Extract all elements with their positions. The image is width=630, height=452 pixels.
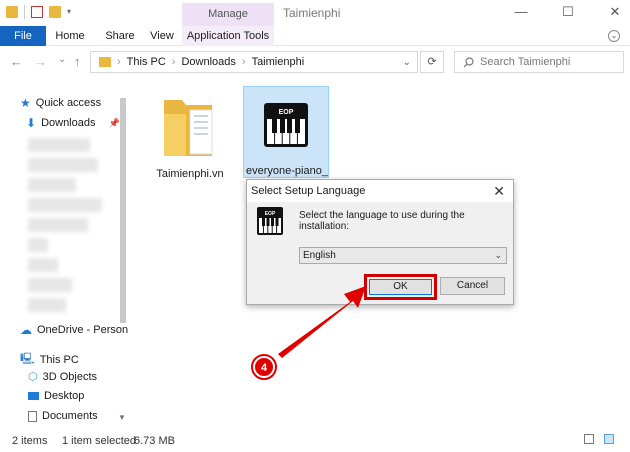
scroll-down-icon[interactable]: ▼ [118, 413, 126, 422]
cancel-button[interactable]: Cancel [440, 277, 505, 295]
folder-icon [164, 100, 213, 156]
status-selected: 1 item selected [62, 435, 136, 447]
navigation-scrollbar[interactable]: ▼ [118, 88, 128, 422]
status-bar: 2 items 1 item selected 6.73 MB [0, 430, 630, 452]
nav-item-label: OneDrive - Person [37, 324, 129, 336]
file-item-folder[interactable] [160, 92, 220, 162]
red-arrow-icon [278, 286, 366, 358]
maximize-button[interactable]: ☐ [553, 4, 583, 20]
breadcrumb-separator-icon: › [117, 56, 121, 68]
breadcrumb-separator-icon: › [241, 56, 246, 68]
tab-application-tools[interactable]: Application Tools [182, 26, 274, 46]
navigation-pane: ★ Quick access ⬇ Downloads 📌 ☁ OneDrive … [0, 80, 130, 430]
dialog-close-button[interactable]: ✕ [493, 180, 505, 202]
document-icon [28, 410, 37, 422]
folder-icon [99, 57, 111, 67]
tab-file[interactable]: File [0, 26, 46, 46]
forward-icon[interactable]: → [34, 54, 47, 69]
blurred-nav-item [28, 298, 66, 312]
file-name-label: everyone-piano_ [246, 165, 328, 177]
details-view-icon[interactable] [584, 434, 594, 444]
blurred-nav-item [28, 218, 88, 232]
blurred-nav-item [28, 258, 58, 272]
nav-item-label: Documents [42, 410, 98, 422]
window-title: Taimienphi [283, 6, 341, 20]
ribbon-tabs: File Home Share View Application Tools ⌄ [0, 26, 630, 46]
nav-item-quick-access[interactable]: ★ Quick access [20, 96, 101, 110]
up-icon[interactable]: ↑ [74, 54, 81, 69]
context-tab-manage[interactable]: Manage [182, 3, 274, 26]
breadcrumb-separator-icon: › [171, 56, 176, 68]
star-icon: ★ [20, 96, 31, 110]
desktop-icon [28, 392, 39, 400]
ok-button-highlight: OK [364, 274, 437, 300]
breadcrumb-taimienphi[interactable]: Taimienphi [252, 56, 305, 68]
breadcrumb-this-pc[interactable]: This PC [127, 56, 166, 68]
cloud-icon: ☁ [20, 323, 32, 337]
status-item-count: 2 items [12, 435, 48, 447]
nav-item-label: 3D Objects [42, 370, 98, 383]
nav-item-label: Downloads [41, 117, 96, 129]
properties-icon[interactable] [31, 6, 43, 18]
tab-share[interactable]: Share [100, 26, 140, 46]
icon-label: EOP [279, 109, 294, 116]
nav-item-this-pc[interactable]: 🖳 This PC [20, 350, 79, 369]
piano-app-icon: EOP [264, 103, 308, 147]
blurred-nav-item [28, 278, 72, 292]
ok-button[interactable]: OK [369, 279, 432, 295]
cube-icon: ⬡ [28, 371, 38, 383]
download-arrow-icon: ⬇ [26, 116, 37, 130]
nav-item-downloads[interactable]: ⬇ Downloads 📌 [26, 116, 120, 130]
blurred-nav-item [28, 158, 98, 172]
title-bar: ▾ Manage Taimienphi — ☐ ✕ [0, 0, 630, 26]
nav-item-documents[interactable]: Documents [28, 410, 98, 422]
new-folder-icon[interactable] [49, 6, 61, 18]
dialog-message: Select the language to use during the in… [299, 210, 465, 232]
minimize-button[interactable]: — [506, 4, 536, 19]
refresh-button[interactable]: ⟳ [420, 51, 444, 73]
language-select-value: English [303, 250, 336, 261]
address-bar[interactable]: › This PC › Downloads › Taimienphi ⌄ [90, 51, 418, 73]
dialog-title-bar: Select Setup Language ✕ [247, 180, 513, 202]
blurred-nav-item [28, 198, 102, 212]
nav-item-label: Desktop [44, 390, 85, 402]
status-size: 6.73 MB [134, 435, 175, 447]
nav-item-label: This PC [39, 353, 79, 366]
language-select[interactable]: English ⌄ [299, 247, 507, 264]
search-icon [463, 56, 474, 67]
step-number: 4 [261, 362, 268, 374]
file-name-label: Taimienphi.vn [156, 168, 224, 180]
tab-view[interactable]: View [144, 26, 180, 46]
chevron-down-icon: ⌄ [494, 250, 502, 260]
blurred-nav-item [28, 178, 76, 192]
nav-item-3d-objects[interactable]: ⬡ 3D Objects [28, 370, 98, 384]
piano-app-icon: EOP [257, 207, 283, 235]
customize-toolbar-icon[interactable]: ▾ [67, 8, 75, 16]
search-placeholder: Search Taimienphi [480, 56, 571, 68]
folder-icon[interactable] [6, 6, 18, 18]
file-item-installer[interactable]: EOP everyone-piano_ [243, 86, 329, 178]
search-input[interactable]: Search Taimienphi [454, 51, 624, 73]
nav-item-desktop[interactable]: Desktop [28, 390, 84, 402]
blurred-nav-item [28, 238, 48, 252]
step-arrow-annotation: 4 [251, 286, 366, 380]
breadcrumb-downloads[interactable]: Downloads [181, 56, 235, 68]
quick-access-toolbar: ▾ [6, 5, 75, 19]
computer-icon: 🖳 [20, 353, 35, 365]
dialog-title: Select Setup Language [251, 185, 366, 197]
back-icon[interactable]: ← [10, 54, 23, 69]
divider [24, 5, 25, 19]
address-toolbar: ← → ⌄ ↑ › This PC › Downloads › Taimienp… [0, 46, 630, 78]
icon-label: EOP [265, 211, 276, 217]
close-button[interactable]: ✕ [600, 4, 630, 20]
tab-home[interactable]: Home [50, 26, 90, 46]
large-icons-view-icon[interactable] [604, 434, 614, 444]
nav-item-onedrive[interactable]: ☁ OneDrive - Person [20, 323, 128, 337]
address-dropdown-icon[interactable]: ⌄ [403, 57, 411, 68]
blurred-nav-item [28, 138, 90, 152]
nav-item-label: Quick access [35, 97, 102, 109]
expand-ribbon-icon[interactable]: ⌄ [608, 30, 620, 42]
scrollbar-thumb[interactable] [120, 98, 126, 323]
recent-locations-icon[interactable]: ⌄ [58, 54, 66, 65]
